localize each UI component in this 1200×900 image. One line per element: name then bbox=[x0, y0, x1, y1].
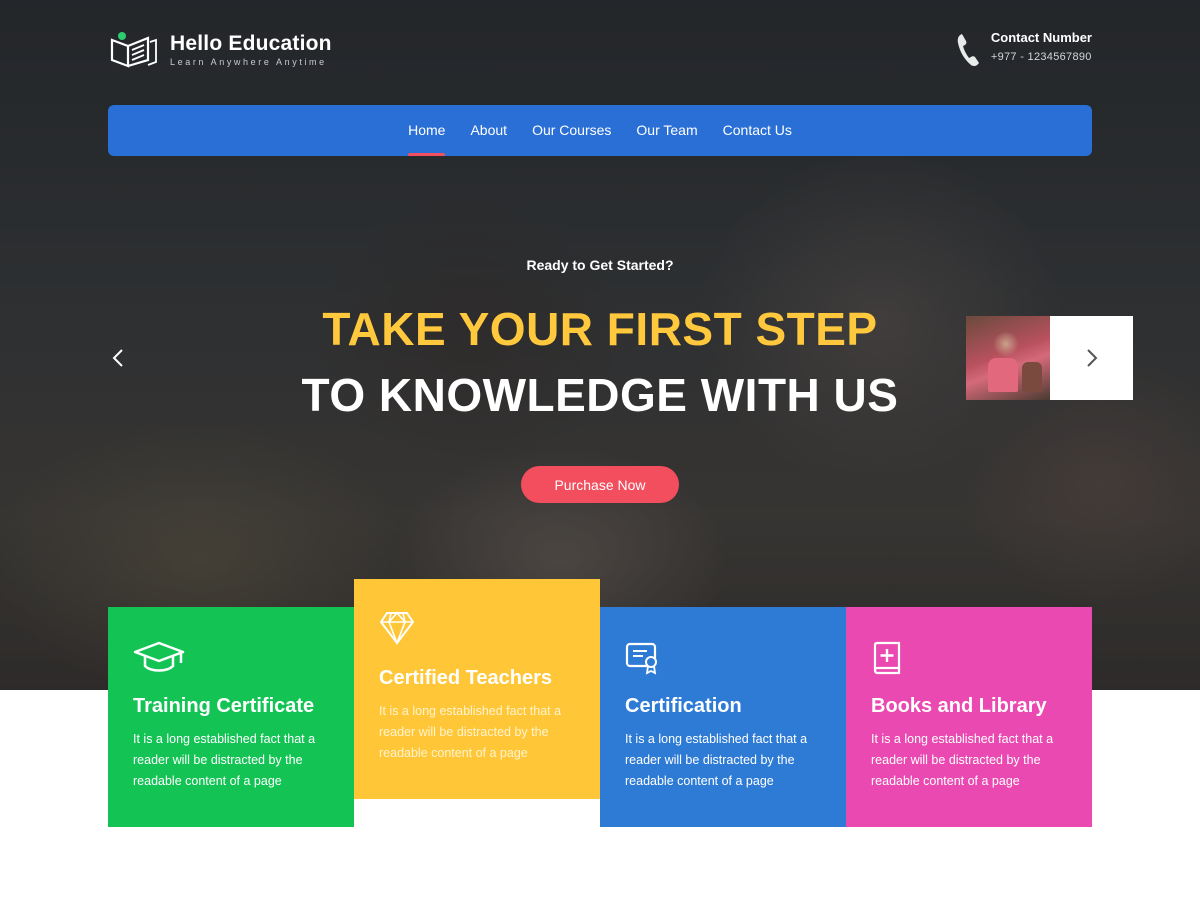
contact-number[interactable]: +977 - 1234567890 bbox=[991, 51, 1092, 63]
book-logo-icon bbox=[110, 32, 157, 68]
feature-description: It is a long established fact that a rea… bbox=[871, 732, 1054, 788]
feature-card-books-and-library[interactable]: Books and Library It is a long establish… bbox=[846, 607, 1092, 827]
nav-item-about[interactable]: About bbox=[470, 105, 507, 156]
hero-pretitle: Ready to Get Started? bbox=[526, 257, 674, 273]
thumbnail-figure bbox=[988, 358, 1018, 392]
brand-tagline: Learn Anywhere Anytime bbox=[170, 57, 327, 67]
nav-item-home[interactable]: Home bbox=[408, 105, 446, 156]
feature-card-training-certificate[interactable]: Training Certificate It is a long establ… bbox=[108, 607, 354, 827]
contact-info: Contact Number +977 - 1234567890 bbox=[955, 30, 1092, 68]
nav-item-contact-us[interactable]: Contact Us bbox=[723, 105, 792, 156]
thumbnail-figure bbox=[1022, 362, 1042, 392]
feature-title: Training Certificate bbox=[133, 695, 315, 717]
contact-label: Contact Number bbox=[990, 30, 1092, 45]
brand-name: Hello Education bbox=[170, 32, 332, 55]
phone-icon bbox=[957, 34, 979, 67]
feature-card-certification[interactable]: Certification It is a long established f… bbox=[600, 607, 846, 827]
diamond-icon bbox=[380, 611, 414, 645]
feature-title: Certification bbox=[625, 695, 742, 717]
feature-description: It is a long established fact that a rea… bbox=[379, 704, 562, 760]
feature-title: Books and Library bbox=[871, 695, 1047, 717]
feature-title: Certified Teachers bbox=[379, 667, 553, 689]
hero-section: Hello Education Learn Anywhere Anytime C… bbox=[0, 0, 1200, 690]
next-slide-thumbnail[interactable] bbox=[966, 316, 1050, 400]
certificate-icon bbox=[625, 642, 657, 675]
book-plus-icon bbox=[873, 641, 901, 675]
slider-next-button[interactable] bbox=[1050, 316, 1133, 400]
feature-description: It is a long established fact that a rea… bbox=[625, 732, 808, 788]
purchase-now-button[interactable]: Purchase Now bbox=[521, 466, 679, 503]
chevron-right-icon bbox=[1086, 349, 1097, 367]
slider-prev-button[interactable] bbox=[88, 316, 148, 400]
feature-card-certified-teachers[interactable]: Certified Teachers It is a long establis… bbox=[354, 579, 600, 799]
brand-logo[interactable]: Hello Education Learn Anywhere Anytime bbox=[108, 30, 332, 70]
nav-item-our-courses[interactable]: Our Courses bbox=[532, 105, 611, 156]
nav-item-our-team[interactable]: Our Team bbox=[636, 105, 697, 156]
main-navbar: Home About Our Courses Our Team Contact … bbox=[108, 105, 1092, 156]
chevron-left-icon bbox=[112, 349, 123, 367]
graduation-cap-icon bbox=[133, 641, 185, 672]
feature-description: It is a long established fact that a rea… bbox=[133, 732, 316, 788]
